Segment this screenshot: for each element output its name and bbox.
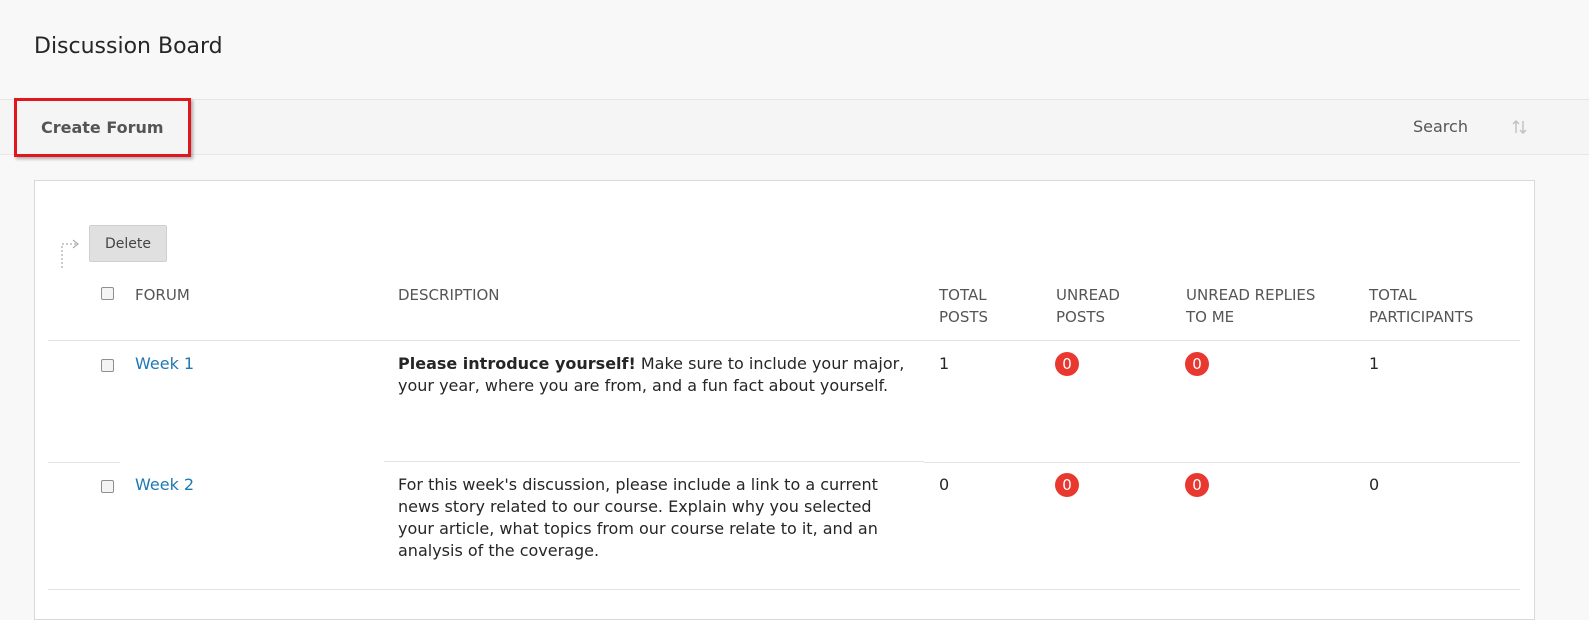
row-divider — [924, 462, 1520, 463]
forum-description-week-2: For this week's discussion, please inclu… — [398, 474, 898, 562]
sort-arrows-icon[interactable] — [1510, 117, 1530, 137]
column-header-total-posts[interactable]: TOTAL POSTS — [939, 284, 1029, 328]
column-header-description: DESCRIPTION — [398, 286, 500, 304]
row-checkbox-week-2[interactable] — [101, 480, 114, 493]
total-participants-value: 0 — [1369, 475, 1380, 494]
create-forum-button[interactable]: Create Forum — [14, 98, 191, 157]
forum-link-week-2[interactable]: Week 2 — [135, 475, 194, 494]
search-button[interactable]: Search — [1413, 117, 1468, 136]
total-posts-value: 1 — [939, 354, 950, 373]
column-header-forum[interactable]: FORUM — [135, 284, 190, 306]
action-bar: Create Forum Search — [0, 98, 1589, 157]
unread-replies-badge[interactable]: 0 — [1185, 473, 1209, 497]
forum-description-week-1: Please introduce yourself! Make sure to … — [398, 353, 908, 397]
row-divider — [48, 589, 1520, 590]
description-highlight: Please introduce yourself! — [398, 354, 636, 373]
select-all-checkbox[interactable] — [101, 287, 114, 300]
delete-button[interactable]: Delete — [89, 225, 167, 262]
description-text: For this week's discussion, please inclu… — [398, 475, 878, 560]
column-header-unread-replies[interactable]: UNREAD REPLIES TO ME — [1186, 284, 1336, 328]
bulk-action-arrow-icon — [61, 239, 79, 268]
row-checkbox-week-1[interactable] — [101, 359, 114, 372]
unread-posts-badge[interactable]: 0 — [1055, 352, 1079, 376]
row-divider — [384, 461, 924, 462]
forum-link-week-1[interactable]: Week 1 — [135, 354, 194, 373]
row-divider — [48, 340, 1520, 341]
row-divider — [48, 462, 120, 463]
total-posts-value: 0 — [939, 475, 950, 494]
total-participants-value: 1 — [1369, 354, 1380, 373]
column-header-total-participants[interactable]: TOTAL PARTICIPANTS — [1369, 284, 1499, 328]
page-title: Discussion Board — [34, 34, 223, 59]
unread-replies-badge[interactable]: 0 — [1185, 352, 1209, 376]
column-header-unread-posts[interactable]: UNREAD POSTS — [1056, 284, 1146, 328]
unread-posts-badge[interactable]: 0 — [1055, 473, 1079, 497]
